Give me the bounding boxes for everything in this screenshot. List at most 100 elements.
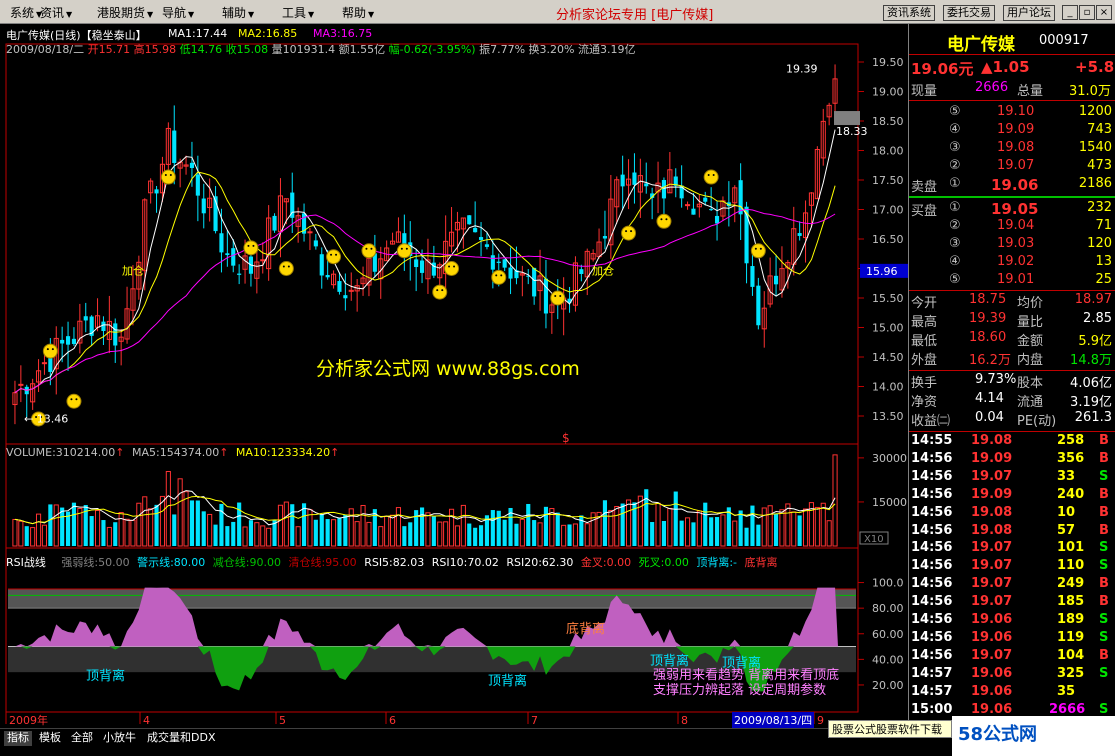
bar-close: 收15.08 [225, 43, 269, 56]
volume-bar [561, 524, 567, 547]
volume-bar [637, 495, 643, 547]
candle-body [231, 248, 236, 266]
price-tick-label: 17.50 [872, 174, 904, 187]
buy-level-4[interactable]: ④ 19.02 13 [909, 254, 1115, 272]
volume-bar [467, 523, 472, 546]
vol-tick-label: 15000 [872, 496, 907, 509]
volume-bar [101, 520, 106, 546]
buy-level-5[interactable]: ⑤ 19.01 25 [909, 272, 1115, 290]
menu-help[interactable]: 帮助 [342, 4, 374, 21]
level-volume: 71 [1095, 218, 1112, 233]
candle-body [750, 266, 755, 287]
buy-label: 买盘 [911, 204, 938, 219]
volume-bar [254, 522, 260, 547]
sell-level-5[interactable]: ⑤ 19.10 1200 [909, 104, 1115, 122]
volume-bar [330, 519, 337, 547]
tab-volume-ddx[interactable]: 成交量和DDX [144, 731, 218, 746]
candle-body [419, 260, 425, 273]
candle-body [60, 339, 65, 344]
stat-label: 最低 [911, 334, 938, 349]
tick-price: 19.07 [971, 468, 1013, 484]
sell-level-2[interactable]: ② 19.07 473 [909, 158, 1115, 176]
forum-button[interactable]: 用户论坛 [1003, 5, 1055, 21]
fund-label: 收益㈡ [911, 414, 951, 429]
buy-level-1[interactable]: 买盘 ① 19.05 232 [909, 200, 1115, 219]
fund-row: 换手 9.73% 股本 4.06亿 [909, 372, 1115, 391]
menu-hk-futures[interactable]: 港股期货 [97, 4, 153, 21]
volume-bar [673, 491, 678, 546]
tick-volume: 33 [1057, 468, 1076, 484]
tick-price: 19.07 [971, 594, 1013, 610]
fund-row: 收益㈡ 0.04 PE(动) 261.3 [909, 410, 1115, 429]
restore-icon[interactable]: ▫ [1079, 5, 1095, 20]
ad-banner[interactable]: 股票公式股票软件下载 [828, 720, 952, 738]
close-icon[interactable]: × [1096, 5, 1112, 20]
tick-volume: 2666 [1049, 701, 1086, 717]
tick-row: 14:56 19.07 33 S [909, 469, 1115, 487]
tick-price: 19.06 [971, 612, 1013, 627]
menu-assist[interactable]: 辅助 [222, 4, 254, 21]
volume-bar [260, 525, 266, 547]
sell-level-1[interactable]: 卖盘 ① 19.06 2186 [909, 176, 1115, 195]
price-tick-label: 15.50 [872, 292, 904, 305]
buy-level-3[interactable]: ③ 19.03 120 [909, 236, 1115, 254]
smiley-marker-icon [326, 249, 342, 265]
tab-all[interactable]: 全部 [68, 731, 96, 746]
menu-news[interactable]: 资讯 [40, 4, 72, 21]
smiley-eye [559, 295, 562, 297]
volume-bar [283, 501, 289, 547]
stat-row: 最高 19.39 量比 2.85 [909, 311, 1115, 330]
sell-level-3[interactable]: ③ 19.08 1540 [909, 140, 1115, 158]
minimize-icon[interactable]: _ [1062, 5, 1078, 20]
volume-bar [437, 521, 443, 547]
smiley-eye [448, 265, 451, 268]
buy-level-2[interactable]: ② 19.04 71 [909, 218, 1115, 236]
news-system-button[interactable]: 资讯系统 [883, 5, 935, 21]
stat-value: 2.85 [1083, 311, 1112, 326]
level-volume: 13 [1095, 254, 1112, 269]
candle-body [313, 240, 318, 247]
volume-bar [826, 520, 832, 547]
chart-area[interactable]: 19.5019.0018.5018.0017.5017.0016.5016.00… [0, 24, 908, 728]
menu-navigate[interactable]: 导航 [162, 4, 194, 21]
fund-value: 4.14 [975, 391, 1004, 406]
candle-body [225, 253, 230, 256]
volume-bar [584, 523, 590, 547]
menu-system[interactable]: 系统 [10, 4, 42, 21]
trade-button[interactable]: 委托交易 [943, 5, 995, 21]
candle-body [532, 267, 537, 297]
rsi-divergence-label: 顶背离 [488, 673, 527, 689]
volume-bar [614, 505, 620, 547]
volume-bar [71, 502, 77, 546]
tick-time: 14:56 [911, 468, 953, 484]
tick-row: 14:55 19.08 258 B [909, 433, 1115, 451]
sell-level-4[interactable]: ④ 19.09 743 [909, 122, 1115, 140]
tick-side: S [1099, 540, 1109, 556]
candle-body [343, 295, 348, 299]
tab-template[interactable]: 模板 [36, 731, 64, 746]
bar-high: 高15.98 [133, 43, 177, 56]
price-tick-label: 13.50 [872, 410, 904, 423]
volume-bar [172, 514, 177, 546]
label-18-33: 18.33 [836, 125, 868, 138]
tab-indicator[interactable]: 指标 [4, 731, 32, 746]
menu-tools[interactable]: 工具 [282, 4, 314, 21]
volume-bar [231, 521, 236, 546]
tab-xiaofangniu[interactable]: 小放牛 [100, 731, 139, 746]
smiley-eye [365, 247, 368, 250]
level-index: ⑤ [949, 104, 961, 119]
candle-body [709, 209, 714, 211]
tick-row: 14:56 19.09 240 B [909, 487, 1115, 505]
volume-bar [142, 496, 148, 547]
candle-body [101, 321, 106, 331]
volume-bar [620, 503, 625, 546]
volume-bar [48, 504, 53, 546]
x-axis-label: 7 [531, 714, 538, 727]
tick-time: 14:55 [911, 433, 953, 448]
volume-bar [703, 502, 708, 546]
stock-name: 电广传媒 [947, 35, 1015, 55]
level-volume: 1200 [1078, 104, 1112, 119]
candle-body [691, 208, 696, 215]
candle-body [337, 281, 342, 292]
candle-body [83, 316, 88, 321]
